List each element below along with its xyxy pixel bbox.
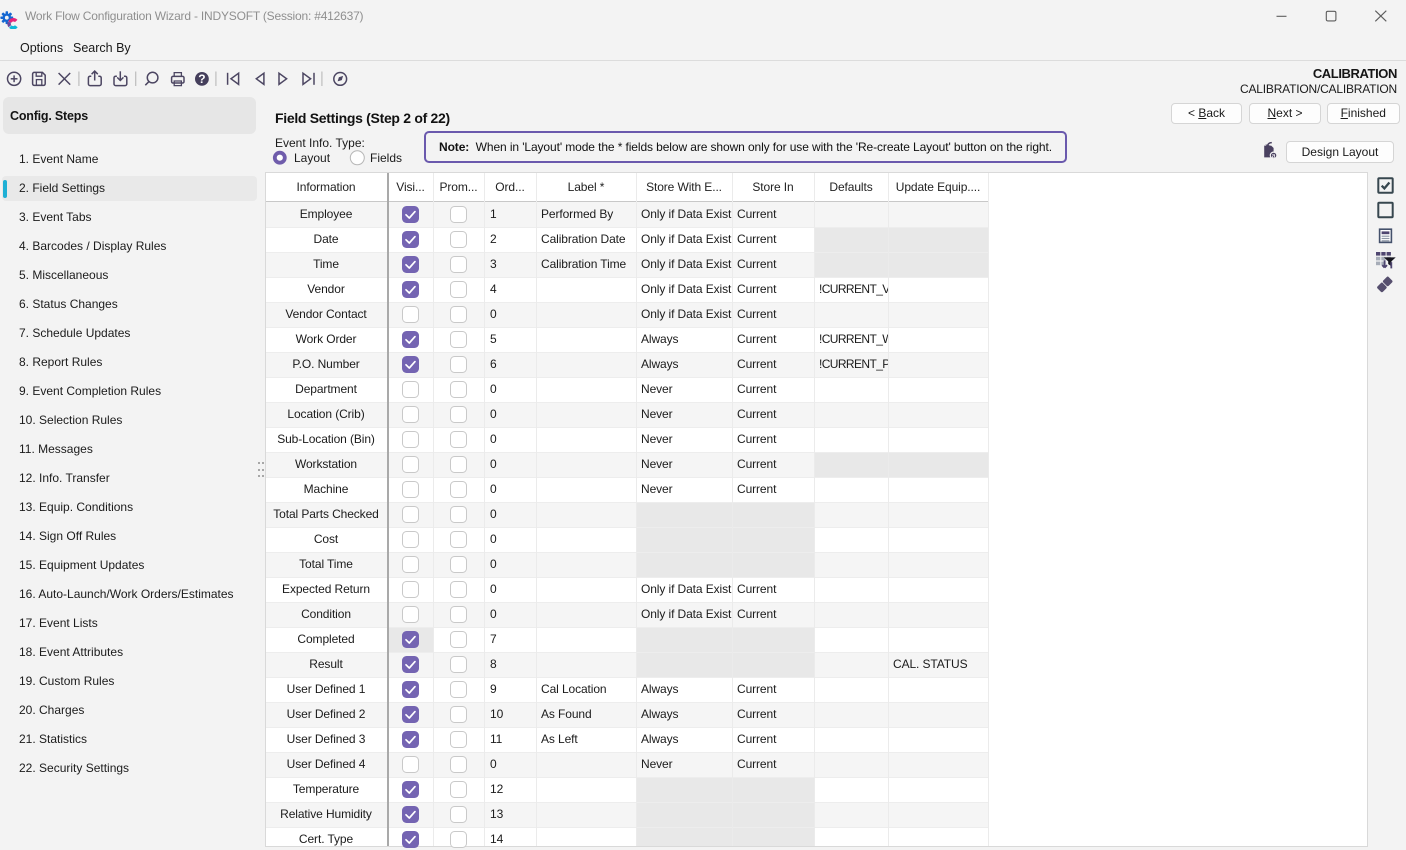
svg-text:a: a <box>1272 153 1276 160</box>
svg-text:?: ? <box>198 72 205 86</box>
